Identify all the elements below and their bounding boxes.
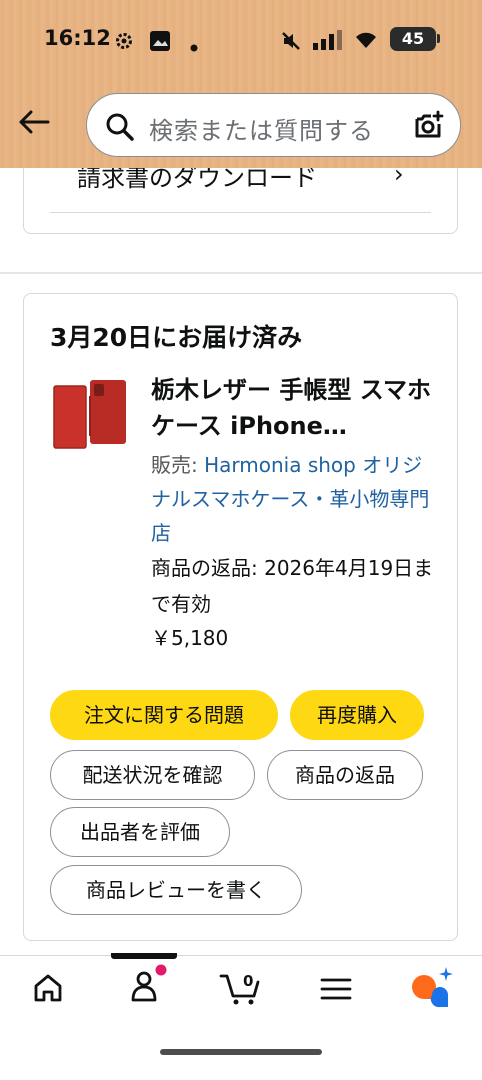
search-input[interactable]: 検索または質問する xyxy=(86,93,461,157)
battery-cap xyxy=(437,34,440,43)
write-review-button[interactable]: 商品レビューを書く xyxy=(50,865,302,915)
dot-icon xyxy=(190,37,198,56)
price: ￥5,180 xyxy=(151,626,229,650)
return-item-button[interactable]: 商品の返品 xyxy=(267,750,423,800)
rate-seller-button[interactable]: 出品者を評価 xyxy=(50,807,230,857)
image-icon xyxy=(149,30,171,56)
battery-icon: 45 xyxy=(390,27,436,51)
wifi-icon xyxy=(352,28,380,54)
active-tab-indicator xyxy=(111,953,177,959)
menu-icon[interactable] xyxy=(320,968,352,1012)
product-image[interactable] xyxy=(52,376,128,452)
status-time: 16:12 xyxy=(44,26,111,50)
camera-lens-icon[interactable] xyxy=(413,110,445,146)
mute-icon xyxy=(280,30,302,56)
signal-icon xyxy=(313,30,343,54)
account-icon[interactable] xyxy=(126,962,170,1010)
search-placeholder: 検索または質問する xyxy=(149,117,374,145)
home-icon[interactable] xyxy=(32,968,64,1012)
delivery-status: 3月20日にお届け済み xyxy=(50,323,303,352)
back-arrow-icon[interactable] xyxy=(16,106,52,138)
track-package-button[interactable]: 配送状況を確認 xyxy=(50,750,255,800)
order-problem-button[interactable]: 注文に関する問題 xyxy=(50,690,278,740)
gear-icon xyxy=(113,30,135,56)
section-divider xyxy=(0,272,482,274)
seller-label: 販売: xyxy=(151,453,205,477)
top-header: 16:12 45 検索または質問する xyxy=(0,0,482,168)
buy-again-button[interactable]: 再度購入 xyxy=(290,690,424,740)
cart-icon[interactable]: 0 xyxy=(218,962,264,1012)
ai-assistant-icon[interactable] xyxy=(410,965,456,1013)
cart-count: 0 xyxy=(243,972,253,990)
status-bar: 16:12 45 xyxy=(0,0,482,80)
seller-info: 販売: Harmonia shop オリジナルスマホケース・革小物専門店 xyxy=(151,448,436,550)
home-indicator xyxy=(160,1049,322,1055)
search-icon xyxy=(105,112,135,146)
product-title-link[interactable]: 栃木レザー 手帳型 スマホケース iPhone… xyxy=(151,372,431,444)
return-window-info: 商品の返品: 2026年4月19日まで有効 xyxy=(151,556,434,616)
divider xyxy=(50,212,431,213)
